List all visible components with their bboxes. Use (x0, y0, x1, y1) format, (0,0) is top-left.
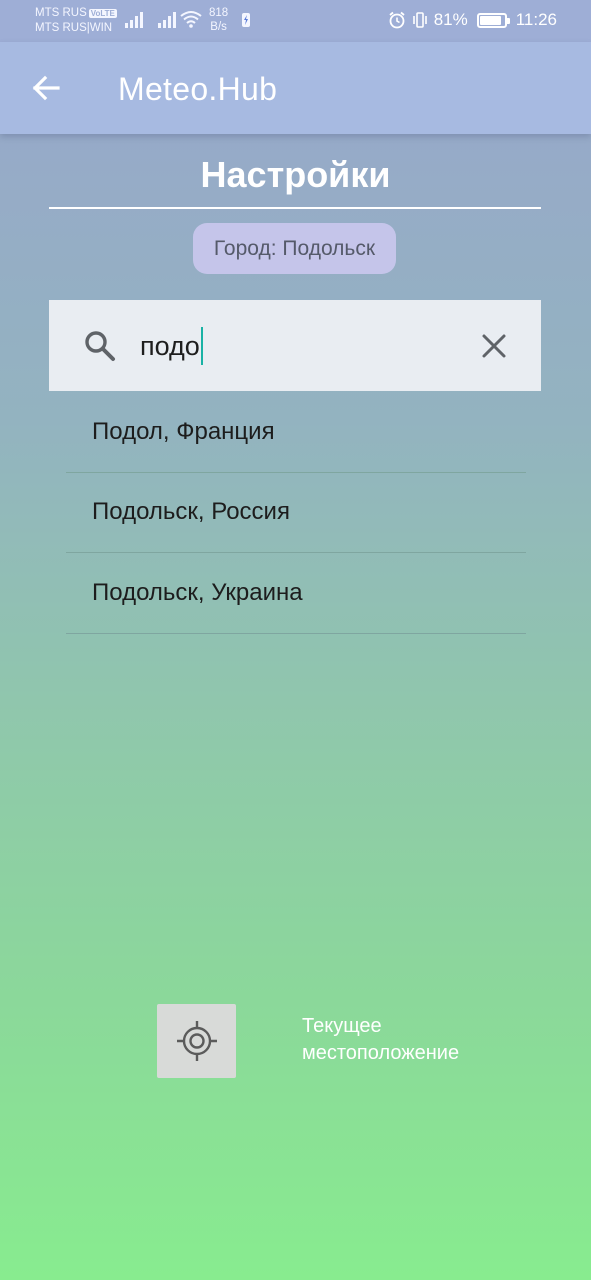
search-input-value: подо (140, 330, 200, 361)
app-title: Meteo.Hub (118, 71, 278, 107)
carrier-line2: MTS RUS|WIN (35, 22, 113, 34)
search-results-list: Подол, Франция Подольск, Россия Подольск… (66, 392, 526, 634)
search-input[interactable]: подо (140, 326, 204, 366)
clock: 11:26 (515, 10, 557, 29)
gps-target-icon (176, 1021, 217, 1061)
wifi-icon (180, 11, 202, 28)
arrow-left-icon (32, 75, 60, 101)
title-divider (49, 207, 541, 209)
status-bar: MTS RUS VoLTE MTS RUS|WIN 818 B/s 81% 11… (0, 0, 591, 42)
search-icon (85, 331, 115, 361)
carrier-info: MTS RUS VoLTE MTS RUS|WIN (35, 6, 117, 36)
current-location-label[interactable]: Текущее местоположение (302, 1013, 522, 1067)
page-title: Настройки (200, 154, 391, 195)
result-item[interactable]: Подольск, Украина (66, 553, 526, 634)
battery-icon (476, 12, 510, 28)
volte-badge: VoLTE (88, 9, 117, 18)
app-bar: Meteo.Hub (0, 42, 591, 134)
result-item[interactable]: Подол, Франция (66, 392, 526, 473)
location-label-line1: Текущее (302, 1015, 382, 1037)
clear-search-button[interactable] (475, 327, 513, 365)
battery-fill (479, 15, 501, 25)
speed-value: 818 (209, 7, 229, 19)
result-item[interactable]: Подольск, Россия (66, 473, 526, 553)
status-right: 81% 11:26 (388, 9, 557, 31)
back-button[interactable] (22, 66, 70, 110)
alarm-icon (389, 11, 405, 29)
signal-icon (158, 12, 176, 28)
network-speed: 818 B/s (209, 6, 228, 34)
location-label-line2: местоположение (302, 1042, 460, 1064)
data-icon (242, 13, 250, 27)
text-cursor (200, 327, 204, 365)
signal-icon (125, 12, 143, 28)
current-city-chip[interactable]: Город: Подольск (193, 223, 396, 274)
battery-percent: 81% (433, 10, 468, 29)
vibrate-icon (412, 12, 427, 28)
carrier-line1: MTS RUS (35, 7, 87, 19)
current-location-button[interactable] (157, 1004, 236, 1078)
search-box[interactable]: подо (49, 300, 541, 391)
close-icon (482, 334, 506, 358)
speed-unit: B/s (210, 21, 227, 33)
